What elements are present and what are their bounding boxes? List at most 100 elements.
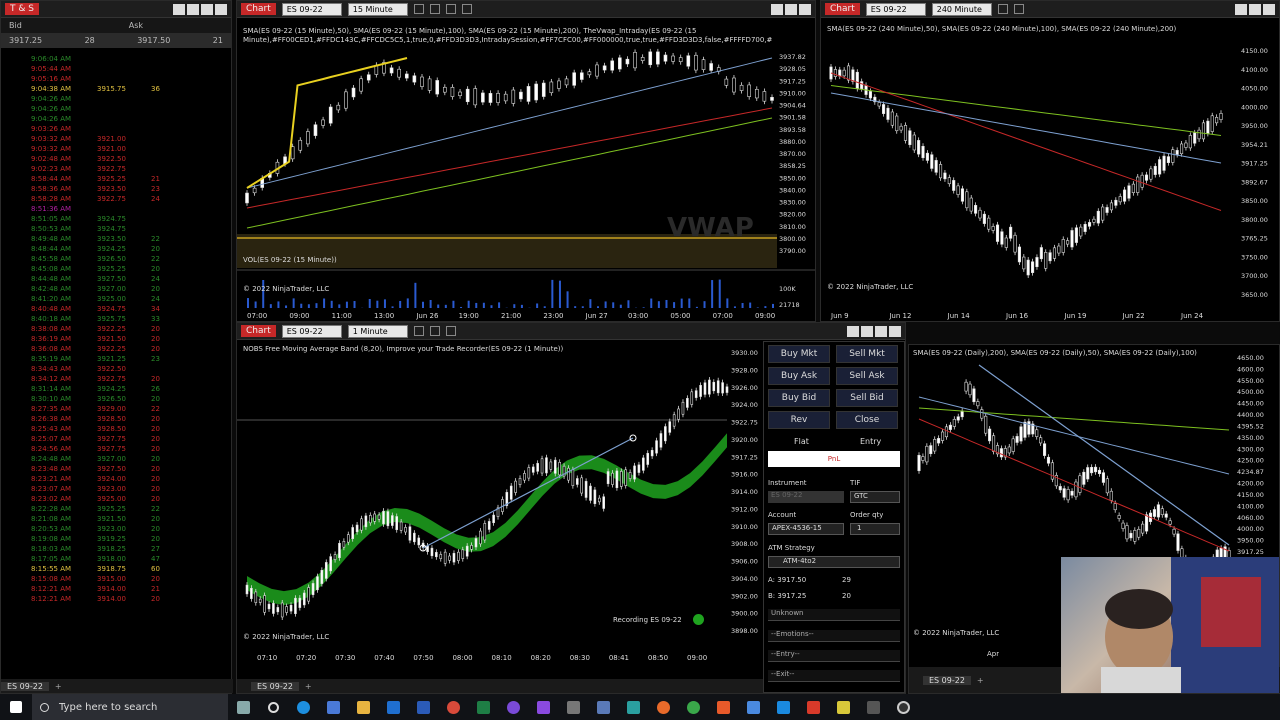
chart240-window-buttons[interactable] bbox=[1235, 3, 1275, 15]
crosshair-icon[interactable] bbox=[445, 4, 456, 14]
file-explorer-icon[interactable] bbox=[348, 694, 378, 720]
zoom-icon[interactable] bbox=[1013, 4, 1024, 14]
chart240-y-tick: 3800.00 bbox=[1241, 216, 1268, 224]
app-icon-blue[interactable] bbox=[738, 694, 768, 720]
atm-strategy-select[interactable]: ATM-4to2 bbox=[768, 556, 900, 568]
chart15-candle bbox=[770, 97, 774, 101]
close-position-button[interactable]: Close bbox=[836, 411, 898, 429]
ts-cell-size: 20 bbox=[151, 285, 160, 293]
zoom-icon[interactable] bbox=[429, 326, 440, 336]
chart1-instrument-select[interactable]: ES 09-22 bbox=[281, 324, 342, 338]
chart-type-icon[interactable] bbox=[997, 4, 1008, 14]
ts-list[interactable]: 9:06:04 AM 9:05:44 AM 9:05:16 AM 9:04:38 AM… bbox=[1, 48, 231, 604]
visual-studio-icon[interactable] bbox=[528, 694, 558, 720]
ts-tab[interactable]: ES 09-22 bbox=[1, 681, 49, 691]
volume-bar bbox=[574, 306, 577, 308]
chrome-icon[interactable] bbox=[438, 694, 468, 720]
chart-15min-window: Chart ES 09-22 15 Minute 3937.82 3928.05 3… bbox=[236, 0, 816, 322]
chart-type-icon[interactable] bbox=[413, 4, 424, 14]
bid-size: 28 bbox=[84, 36, 95, 45]
excel-icon[interactable] bbox=[468, 694, 498, 720]
app-icon-purple[interactable] bbox=[498, 694, 528, 720]
chart1-candle bbox=[470, 545, 473, 550]
ts-cell-size: 22 bbox=[151, 505, 160, 513]
zoom-icon[interactable] bbox=[429, 4, 440, 14]
brave-icon[interactable] bbox=[708, 694, 738, 720]
chart15-interval-select[interactable]: 15 Minute bbox=[347, 2, 408, 16]
taskbar-search[interactable]: Type here to search bbox=[32, 694, 228, 720]
obs-icon[interactable] bbox=[888, 694, 918, 720]
chartdaily-candle bbox=[1097, 469, 1102, 475]
app-icon-dark[interactable] bbox=[858, 694, 888, 720]
ts-cell-price bbox=[97, 114, 151, 124]
edge-icon[interactable] bbox=[288, 694, 318, 720]
chart1-tab[interactable]: ES 09-22 bbox=[251, 681, 299, 691]
chart240-toolbar[interactable]: Chart ES 09-22 240 Minute bbox=[821, 1, 1279, 18]
emotions-select[interactable]: --Emotions-- bbox=[768, 630, 900, 642]
ts-cell-price: 3918.75 bbox=[97, 565, 126, 573]
chart240-candle bbox=[1022, 256, 1026, 270]
ts-title-bar[interactable]: T & S bbox=[1, 1, 231, 18]
chart1-window-buttons[interactable] bbox=[847, 325, 901, 337]
calculator-icon[interactable] bbox=[318, 694, 348, 720]
app-icon-grey[interactable] bbox=[558, 694, 588, 720]
chart240-interval-select[interactable]: 240 Minute bbox=[931, 2, 992, 16]
buy-bid-button[interactable]: Buy Bid bbox=[768, 389, 830, 407]
chart1-y-tick: 3906.00 bbox=[731, 558, 758, 566]
search-placeholder: Type here to search bbox=[59, 701, 158, 713]
chart1-candle bbox=[518, 478, 522, 485]
chart1-plot[interactable]: 3930.00 3928.00 3926.00 3924.00 3922.75 3920.… bbox=[237, 340, 763, 674]
drawing-tools-icon[interactable] bbox=[461, 4, 472, 14]
firefox-icon[interactable] bbox=[648, 694, 678, 720]
app-icon-green[interactable] bbox=[678, 694, 708, 720]
chart1-candle bbox=[324, 562, 328, 579]
chart15-candle bbox=[389, 67, 394, 74]
chart15-candle bbox=[473, 88, 478, 106]
chart1-interval-select[interactable]: 1 Minute bbox=[347, 324, 408, 338]
ts-row: 9:03:26 AM bbox=[1, 124, 231, 134]
entry-select[interactable]: --Entry-- bbox=[768, 650, 900, 662]
sma-green bbox=[918, 407, 1230, 431]
buy-ask-button[interactable]: Buy Ask bbox=[768, 367, 830, 385]
chart15-window-buttons[interactable] bbox=[771, 3, 811, 15]
chart-type-icon[interactable] bbox=[413, 326, 424, 336]
chart1-toolbar[interactable]: Chart ES 09-22 1 Minute bbox=[237, 323, 905, 340]
chart15-plot[interactable]: 3937.82 3928.05 3917.25 3910.00 3904.64 3901.… bbox=[237, 18, 815, 321]
ninjatrader-icon[interactable] bbox=[798, 694, 828, 720]
chart240-instrument-select[interactable]: ES 09-22 bbox=[865, 2, 926, 16]
app-icon-teal[interactable] bbox=[618, 694, 648, 720]
app-icon-yellow[interactable] bbox=[828, 694, 858, 720]
ts-window-buttons[interactable] bbox=[173, 3, 227, 15]
order-qty-input[interactable]: 1 bbox=[850, 523, 900, 535]
instrument-field[interactable]: ES 09-22 bbox=[768, 491, 844, 503]
tif-select[interactable]: GTC bbox=[850, 491, 900, 503]
chart15-instrument-select[interactable]: ES 09-22 bbox=[281, 2, 342, 16]
calendar-icon[interactable] bbox=[588, 694, 618, 720]
add-tab-icon[interactable]: + bbox=[299, 682, 312, 691]
weather-widget-icon[interactable] bbox=[228, 694, 258, 720]
word-icon[interactable] bbox=[408, 694, 438, 720]
chart15-toolbar[interactable]: Chart ES 09-22 15 Minute bbox=[237, 1, 815, 18]
unknown-select[interactable]: Unknown bbox=[768, 609, 900, 621]
sell-market-button[interactable]: Sell Mkt bbox=[836, 345, 898, 363]
chartdaily-candle bbox=[952, 418, 956, 427]
chartdaily-y-tick: 4234.87 bbox=[1237, 468, 1264, 476]
vscode-icon[interactable] bbox=[768, 694, 798, 720]
task-view-icon[interactable] bbox=[258, 694, 288, 720]
ts-cell-size: 27 bbox=[151, 545, 160, 553]
drawing-tools-icon[interactable] bbox=[445, 326, 456, 336]
start-button[interactable] bbox=[0, 694, 32, 720]
chart240-plot[interactable]: 4150.00 4100.00 4050.00 4000.00 3950.00 3954.… bbox=[821, 18, 1279, 321]
chartdaily-tab[interactable]: ES 09-22 bbox=[923, 675, 971, 685]
add-tab-icon[interactable]: + bbox=[971, 676, 984, 685]
add-tab-icon[interactable]: + bbox=[49, 682, 62, 691]
buy-market-button[interactable]: Buy Mkt bbox=[768, 345, 830, 363]
sell-bid-button[interactable]: Sell Bid bbox=[836, 389, 898, 407]
mail-icon[interactable] bbox=[378, 694, 408, 720]
account-select[interactable]: APEX-4536-15 bbox=[768, 523, 844, 535]
sell-ask-button[interactable]: Sell Ask bbox=[836, 367, 898, 385]
ts-cell-price: 3925.75 bbox=[97, 315, 126, 323]
reverse-button[interactable]: Rev bbox=[768, 411, 830, 429]
chart1-candle bbox=[474, 538, 478, 548]
exit-select[interactable]: --Exit-- bbox=[768, 670, 900, 682]
